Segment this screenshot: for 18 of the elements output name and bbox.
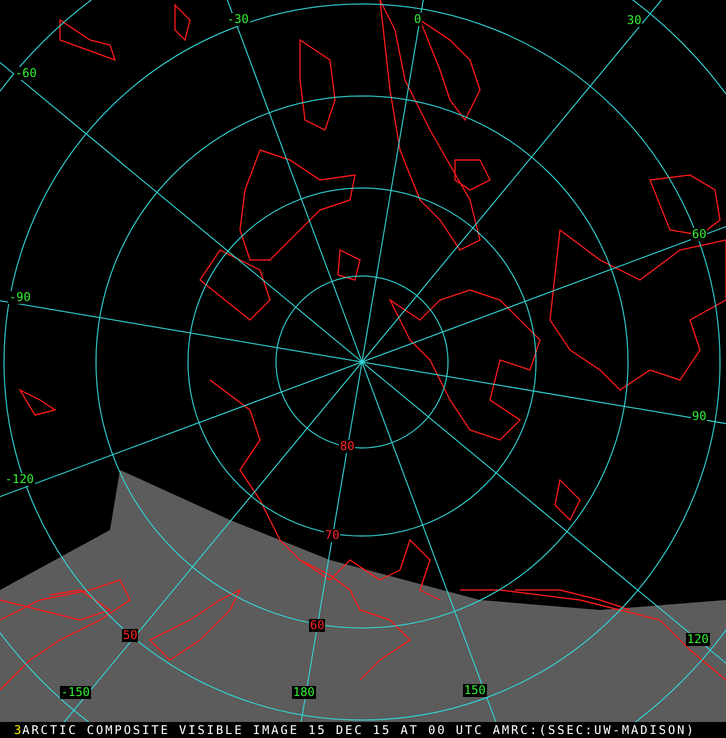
longitude-label: 60 [691,228,708,241]
image-caption: ARCTIC COMPOSITE VISIBLE IMAGE 15 DEC 15 AT 00 UTC AMRC:(SSEC:UW-MADISON) [22,723,696,737]
latitude-label: 60 [309,619,326,632]
longitude-label: -120 [4,473,35,486]
frame-number: 3 [13,723,22,737]
longitude-label: 120 [686,633,710,646]
latitude-label: 50 [122,629,138,642]
longitude-label: -150 [60,686,91,699]
longitude-label: 90 [691,410,708,423]
latitude-label: 70 [324,529,340,542]
longitude-label: 30 [626,14,642,27]
longitude-label: 0 [413,13,422,26]
latitude-label: 80 [339,440,356,453]
longitude-label: -60 [14,67,38,80]
longitude-label: -90 [8,291,32,304]
longitude-label: 150 [463,684,487,697]
longitude-label: 180 [292,686,316,699]
longitude-label: -30 [226,13,250,26]
